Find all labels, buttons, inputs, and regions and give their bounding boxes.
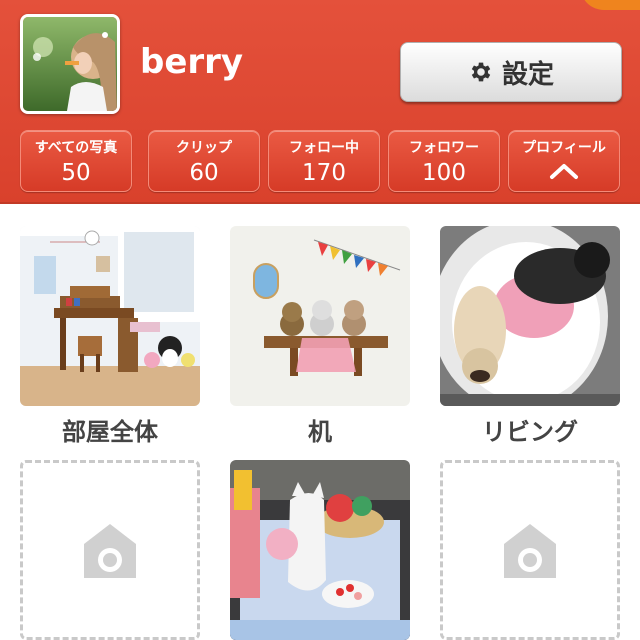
- stat-label: フォロワー: [409, 140, 479, 156]
- room-tile-cat[interactable]: [230, 460, 410, 640]
- settings-label: 設定: [501, 59, 554, 90]
- stat-label: クリップ: [176, 140, 232, 156]
- room-caption: リビング: [482, 418, 578, 446]
- stat-label: フォロー中: [289, 140, 359, 156]
- camera-house-icon: [504, 524, 556, 578]
- empty-room-slot[interactable]: [440, 460, 620, 640]
- room-tile-overview[interactable]: [20, 226, 200, 406]
- room-caption: 部屋全体: [62, 418, 158, 446]
- username: berry: [140, 42, 244, 82]
- stat-value: 60: [189, 160, 219, 186]
- stat-clips[interactable]: クリップ 60: [148, 130, 260, 192]
- living-dogs-photo: [440, 226, 620, 406]
- cat-figurine-photo: [230, 460, 410, 640]
- avatar[interactable]: [20, 14, 120, 114]
- stats-bar: すべての写真 50 クリップ 60 フォロー中 170 フォロワー 100 プロ…: [20, 130, 622, 192]
- room-tile-desk[interactable]: [230, 226, 410, 406]
- stat-value: 50: [61, 160, 91, 186]
- profile-header: berry 設定 すべての写真 50 クリップ 60 フォロー中 170 フォロ…: [0, 0, 640, 204]
- room-caption: 机: [308, 418, 332, 446]
- stat-profile-toggle[interactable]: プロフィール: [508, 130, 620, 192]
- stat-following[interactable]: フォロー中 170: [268, 130, 380, 192]
- corner-accent: [580, 0, 640, 10]
- settings-button[interactable]: 設定: [400, 42, 622, 102]
- room-tile-living[interactable]: [440, 226, 620, 406]
- stat-value: 170: [302, 160, 346, 186]
- room-overview-photo: [20, 226, 200, 406]
- stat-label: すべての写真: [34, 140, 118, 156]
- stat-followers[interactable]: フォロワー 100: [388, 130, 500, 192]
- gear-icon: [471, 62, 491, 82]
- stat-all-photos[interactable]: すべての写真 50: [20, 130, 132, 192]
- stat-label: プロフィール: [522, 140, 606, 156]
- stat-value: 100: [422, 160, 466, 186]
- chevron-up-icon: [550, 164, 578, 179]
- desk-shelf-photo: [230, 226, 410, 406]
- camera-house-icon: [84, 524, 136, 578]
- empty-room-slot[interactable]: [20, 460, 200, 640]
